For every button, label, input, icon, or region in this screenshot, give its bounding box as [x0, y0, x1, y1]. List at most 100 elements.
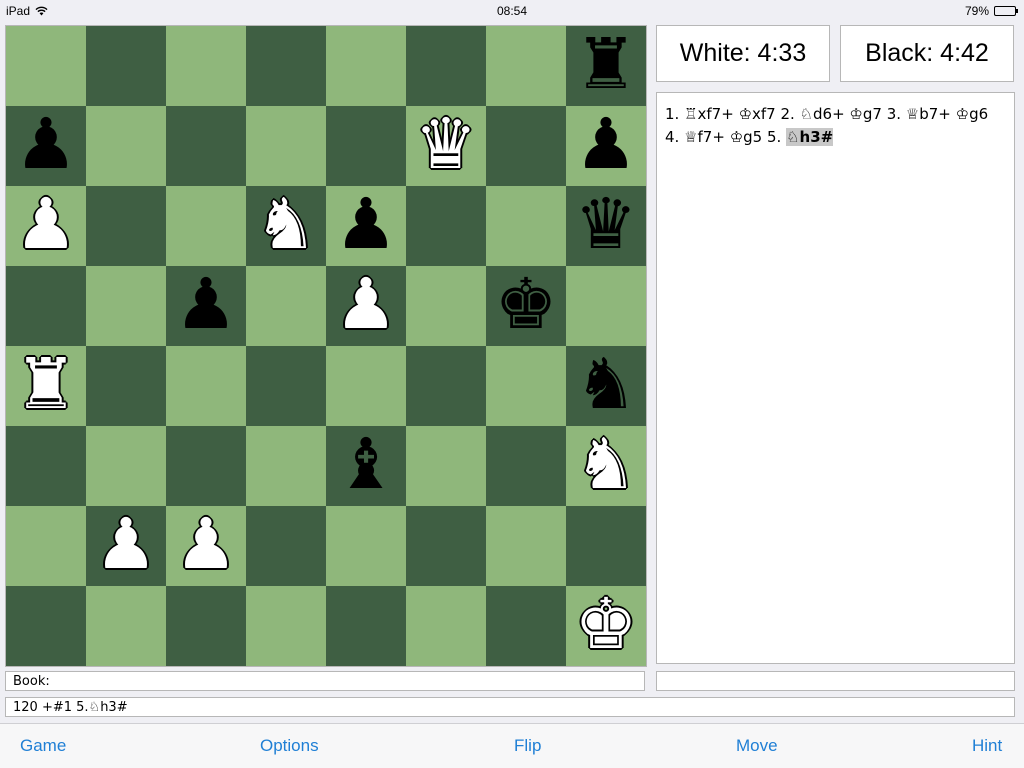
black-clock: Black: 4:42 — [840, 25, 1014, 82]
square-e4[interactable] — [326, 346, 406, 426]
black-pawn-icon[interactable]: ♟ — [575, 109, 638, 179]
black-pawn-icon[interactable]: ♟ — [335, 189, 398, 259]
square-g4[interactable] — [486, 346, 566, 426]
current-move[interactable]: ♘h3# — [786, 128, 834, 146]
square-g6[interactable] — [486, 186, 566, 266]
square-f5[interactable] — [406, 266, 486, 346]
square-e8[interactable] — [326, 26, 406, 106]
white-queen-icon[interactable]: ♛ — [415, 109, 478, 179]
white-pawn-icon[interactable]: ♟ — [175, 509, 238, 579]
square-h8[interactable]: ♜ — [566, 26, 646, 106]
square-d6[interactable]: ♞ — [246, 186, 326, 266]
square-h6[interactable]: ♛ — [566, 186, 646, 266]
square-g2[interactable] — [486, 506, 566, 586]
square-h1[interactable]: ♚ — [566, 586, 646, 666]
square-f3[interactable] — [406, 426, 486, 506]
clock-time: 08:54 — [496, 4, 528, 18]
square-e7[interactable] — [326, 106, 406, 186]
square-b8[interactable] — [86, 26, 166, 106]
square-c7[interactable] — [166, 106, 246, 186]
square-e3[interactable]: ♝ — [326, 426, 406, 506]
book-info: Book: — [5, 671, 645, 691]
square-c3[interactable] — [166, 426, 246, 506]
square-b5[interactable] — [86, 266, 166, 346]
square-h2[interactable] — [566, 506, 646, 586]
square-f7[interactable]: ♛ — [406, 106, 486, 186]
square-d3[interactable] — [246, 426, 326, 506]
square-e6[interactable]: ♟ — [326, 186, 406, 266]
square-g1[interactable] — [486, 586, 566, 666]
square-c6[interactable] — [166, 186, 246, 266]
move-button[interactable]: Move — [736, 724, 778, 768]
square-h4[interactable]: ♞ — [566, 346, 646, 426]
square-d1[interactable] — [246, 586, 326, 666]
square-h3[interactable]: ♞ — [566, 426, 646, 506]
square-d5[interactable] — [246, 266, 326, 346]
square-g8[interactable] — [486, 26, 566, 106]
square-b3[interactable] — [86, 426, 166, 506]
square-a8[interactable] — [6, 26, 86, 106]
square-d8[interactable] — [246, 26, 326, 106]
white-pawn-icon[interactable]: ♟ — [15, 189, 78, 259]
square-c2[interactable]: ♟ — [166, 506, 246, 586]
square-a5[interactable] — [6, 266, 86, 346]
battery-percent: 79% — [964, 4, 989, 18]
square-c5[interactable]: ♟ — [166, 266, 246, 346]
black-pawn-icon[interactable]: ♟ — [15, 109, 78, 179]
square-a4[interactable]: ♜ — [6, 346, 86, 426]
square-b6[interactable] — [86, 186, 166, 266]
white-knight-icon[interactable]: ♞ — [575, 429, 638, 499]
square-f8[interactable] — [406, 26, 486, 106]
square-a1[interactable] — [6, 586, 86, 666]
square-a3[interactable] — [6, 426, 86, 506]
battery-icon — [994, 6, 1018, 16]
square-a2[interactable] — [6, 506, 86, 586]
black-king-icon[interactable]: ♚ — [495, 269, 558, 339]
square-f2[interactable] — [406, 506, 486, 586]
square-a6[interactable]: ♟ — [6, 186, 86, 266]
square-g3[interactable] — [486, 426, 566, 506]
square-e1[interactable] — [326, 586, 406, 666]
white-pawn-icon[interactable]: ♟ — [335, 269, 398, 339]
black-bishop-icon[interactable]: ♝ — [335, 429, 398, 499]
black-knight-icon[interactable]: ♞ — [575, 349, 638, 419]
white-rook-icon[interactable]: ♜ — [15, 349, 78, 419]
white-clock: White: 4:33 — [656, 25, 830, 82]
square-b2[interactable]: ♟ — [86, 506, 166, 586]
flip-button[interactable]: Flip — [514, 724, 541, 768]
square-h5[interactable] — [566, 266, 646, 346]
square-f6[interactable] — [406, 186, 486, 266]
black-queen-icon[interactable]: ♛ — [575, 189, 638, 259]
square-f1[interactable] — [406, 586, 486, 666]
white-knight-icon[interactable]: ♞ — [255, 189, 318, 259]
square-c4[interactable] — [166, 346, 246, 426]
square-e5[interactable]: ♟ — [326, 266, 406, 346]
square-d4[interactable] — [246, 346, 326, 426]
black-rook-icon[interactable]: ♜ — [575, 29, 638, 99]
square-c1[interactable] — [166, 586, 246, 666]
bottom-toolbar: Game Options Flip Move Hint — [0, 723, 1024, 768]
square-g5[interactable]: ♚ — [486, 266, 566, 346]
black-pawn-icon[interactable]: ♟ — [175, 269, 238, 339]
square-g7[interactable] — [486, 106, 566, 186]
square-h7[interactable]: ♟ — [566, 106, 646, 186]
square-a7[interactable]: ♟ — [6, 106, 86, 186]
game-button[interactable]: Game — [20, 724, 66, 768]
white-king-icon[interactable]: ♚ — [575, 589, 638, 659]
square-d2[interactable] — [246, 506, 326, 586]
move-list[interactable]: 1. ♖xf7+ ♔xf7 2. ♘d6+ ♔g7 3. ♕b7+ ♔g6 4.… — [656, 92, 1015, 664]
square-f4[interactable] — [406, 346, 486, 426]
square-d7[interactable] — [246, 106, 326, 186]
square-c8[interactable] — [166, 26, 246, 106]
hint-button[interactable]: Hint — [972, 724, 1002, 768]
side-info — [656, 671, 1015, 691]
square-e2[interactable] — [326, 506, 406, 586]
engine-eval: 120 +#1 5.♘h3# — [5, 697, 1015, 717]
square-b1[interactable] — [86, 586, 166, 666]
chess-board[interactable]: ♜ ♟ ♛ ♟ ♟ ♞ ♟ ♛ ♟ ♟ ♚ ♜ ♞ ♝ ♞ ♟ ♟ ♚ — [5, 25, 647, 667]
square-b7[interactable] — [86, 106, 166, 186]
square-b4[interactable] — [86, 346, 166, 426]
status-bar: iPad 08:54 79% — [0, 0, 1024, 22]
options-button[interactable]: Options — [260, 724, 319, 768]
white-pawn-icon[interactable]: ♟ — [95, 509, 158, 579]
